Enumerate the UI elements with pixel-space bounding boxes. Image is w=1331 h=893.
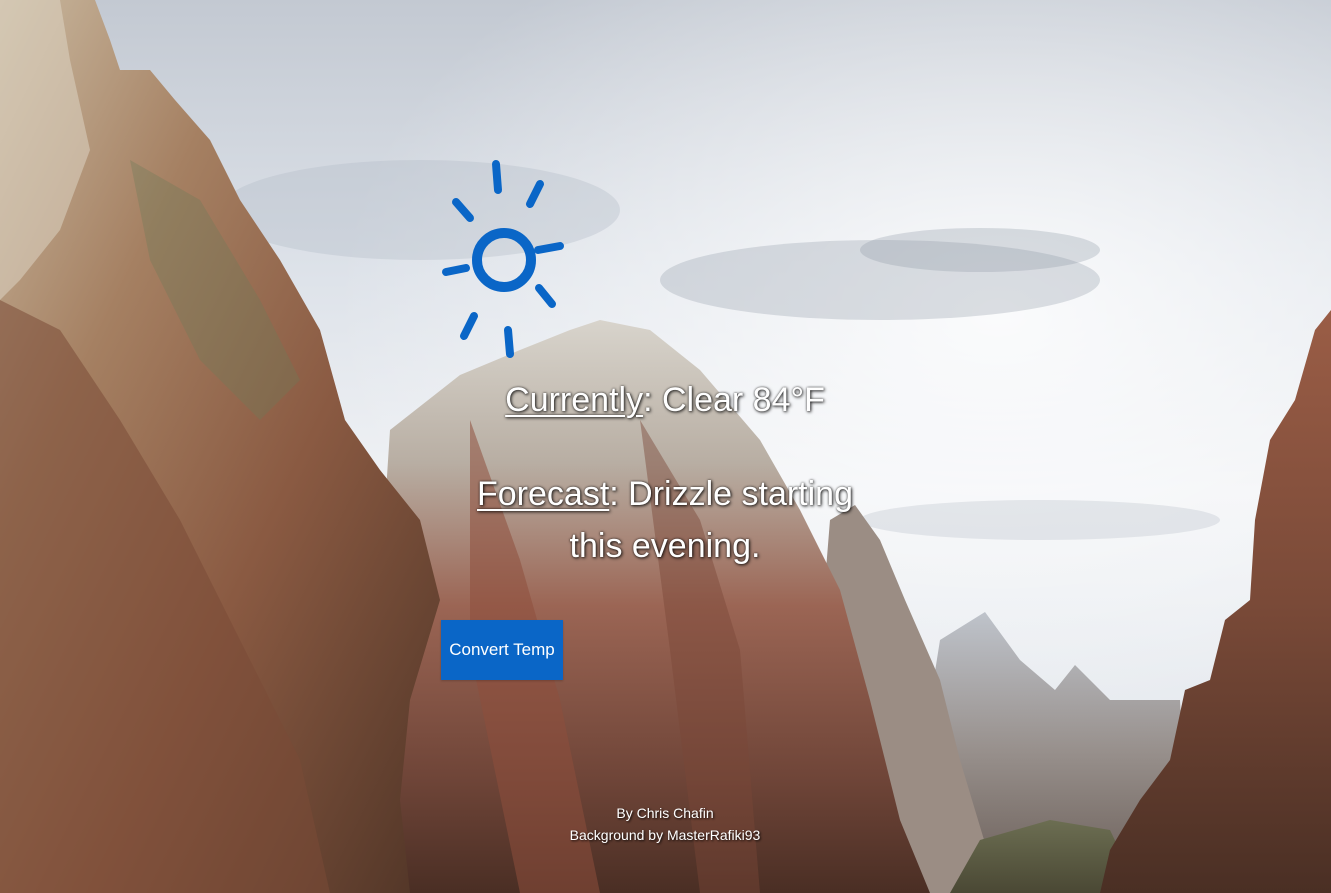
forecast: Forecast: Drizzle starting this evening. <box>460 468 870 572</box>
forecast-value: : Drizzle starting this evening. <box>569 475 853 565</box>
current-value: : Clear 84°F <box>643 381 825 419</box>
author-credit: By Chris Chafin <box>616 805 714 821</box>
main-content: Currently: Clear 84°F Forecast: Drizzle … <box>0 0 1331 893</box>
background-credit: Background by MasterRafiki93 <box>569 827 761 843</box>
weather-app: Currently: Clear 84°F Forecast: Drizzle … <box>0 0 1331 893</box>
convert-temp-button[interactable]: Convert Temp <box>441 620 563 680</box>
credits: By Chris Chafin Background by MasterRafi… <box>500 802 830 846</box>
sun-icon <box>442 160 564 358</box>
current-conditions: Currently: Clear 84°F <box>500 378 830 422</box>
current-label: Currently <box>505 381 644 419</box>
forecast-label: Forecast <box>477 475 610 513</box>
